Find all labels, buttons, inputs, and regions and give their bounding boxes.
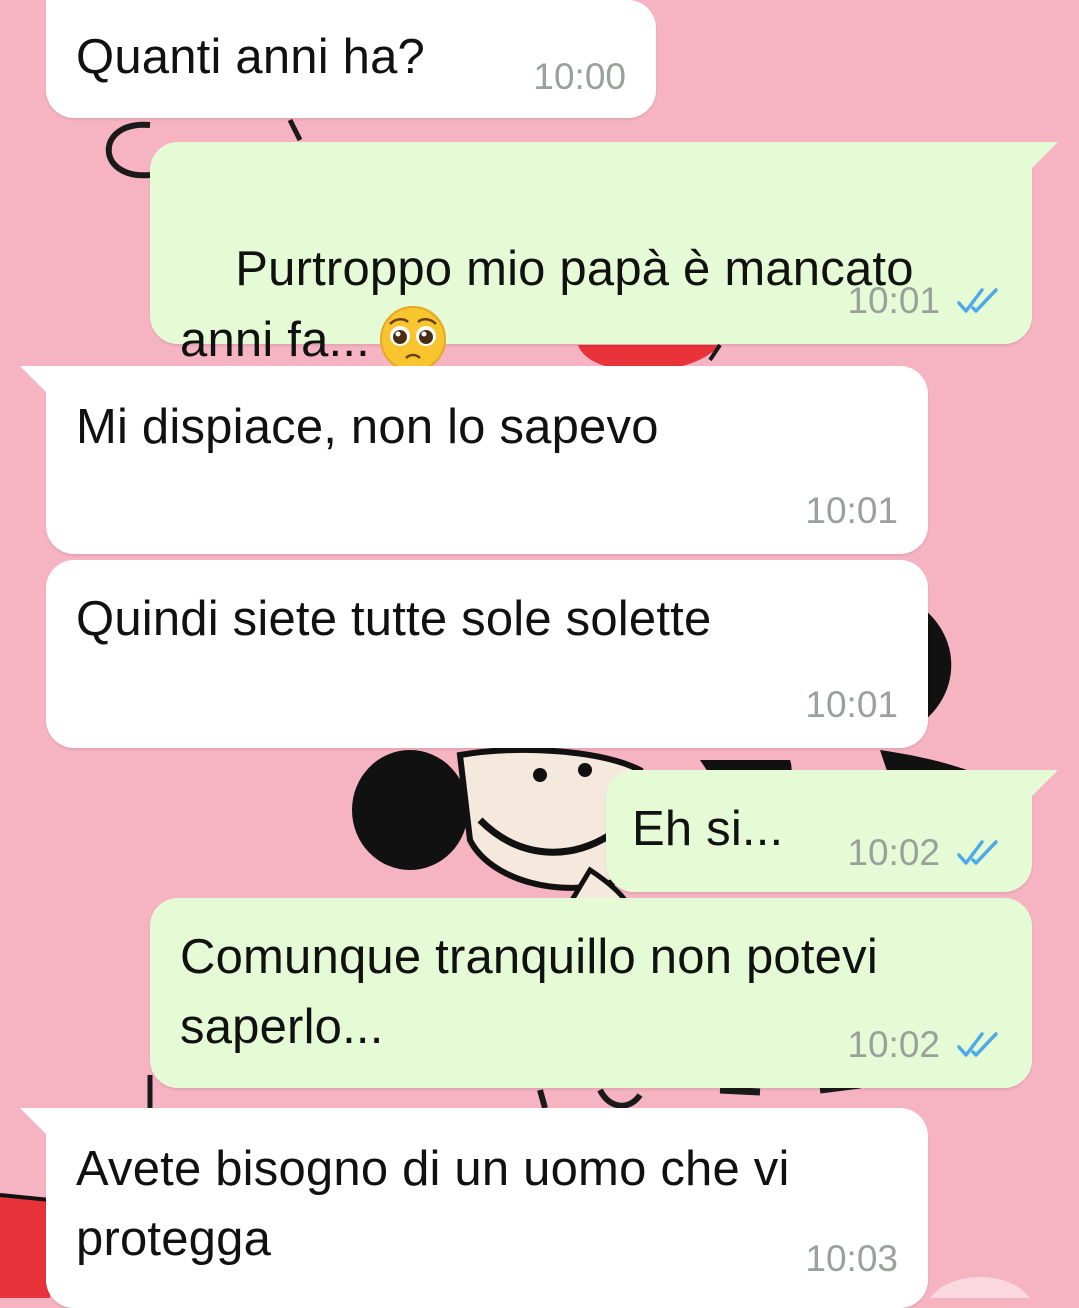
message-text-content: Purtroppo mio papà è mancato anni fa... (180, 242, 914, 367)
message-meta: 10:03 (805, 1238, 898, 1280)
message-meta: 10:02 (847, 832, 1002, 874)
message-timestamp: 10:00 (533, 56, 626, 97)
message-text: Avete bisogno di un uomo che vi protegga (76, 1142, 790, 1266)
message-text: Quindi siete tutte sole solette (76, 592, 712, 646)
message-bubble-incoming[interactable]: Quindi siete tutte sole solette 10:01 (46, 560, 928, 748)
message-bubble-incoming[interactable]: Mi dispiace, non lo sapevo 10:01 (20, 366, 928, 554)
message-timestamp: 10:03 (805, 1238, 898, 1279)
message-text: Eh si... (632, 802, 784, 856)
message-meta: 10:00 (533, 56, 626, 98)
message-meta: 10:01 (805, 490, 898, 532)
message-text: Comunque tranquillo non potevi saperlo..… (180, 930, 878, 1054)
bubble-tail (1032, 142, 1058, 168)
message-bubble-incoming[interactable]: Avete bisogno di un uomo che vi protegga… (20, 1108, 928, 1308)
read-receipt-ticks-icon (957, 288, 998, 313)
message-timestamp: 10:02 (847, 1024, 940, 1065)
message-meta: 10:01 (805, 684, 898, 726)
message-text: Mi dispiace, non lo sapevo (76, 400, 659, 454)
message-timestamp: 10:01 (805, 490, 898, 531)
bubble-tail (1032, 770, 1058, 796)
message-bubble-outgoing[interactable]: Eh si... 10:02 (606, 770, 1058, 892)
read-receipt-ticks-icon (957, 1032, 998, 1057)
message-text: Quanti anni ha? (76, 30, 425, 84)
bubble-tail (20, 366, 46, 392)
message-timestamp: 10:02 (847, 832, 940, 873)
message-timestamp: 10:01 (847, 280, 940, 321)
read-receipt-ticks-icon (957, 840, 998, 865)
message-timestamp: 10:01 (805, 684, 898, 725)
message-meta: 10:02 (847, 1024, 1002, 1066)
message-bubble-outgoing[interactable]: Purtroppo mio papà è mancato anni fa... … (150, 142, 1058, 372)
bubble-tail (20, 1108, 46, 1134)
message-meta: 10:01 (847, 280, 1002, 322)
message-bubble-incoming[interactable]: Quanti anni ha? 10:00 (46, 0, 656, 118)
message-bubble-outgoing[interactable]: Comunque tranquillo non potevi saperlo..… (150, 898, 1032, 1088)
pleading-face-emoji-icon (379, 306, 446, 372)
